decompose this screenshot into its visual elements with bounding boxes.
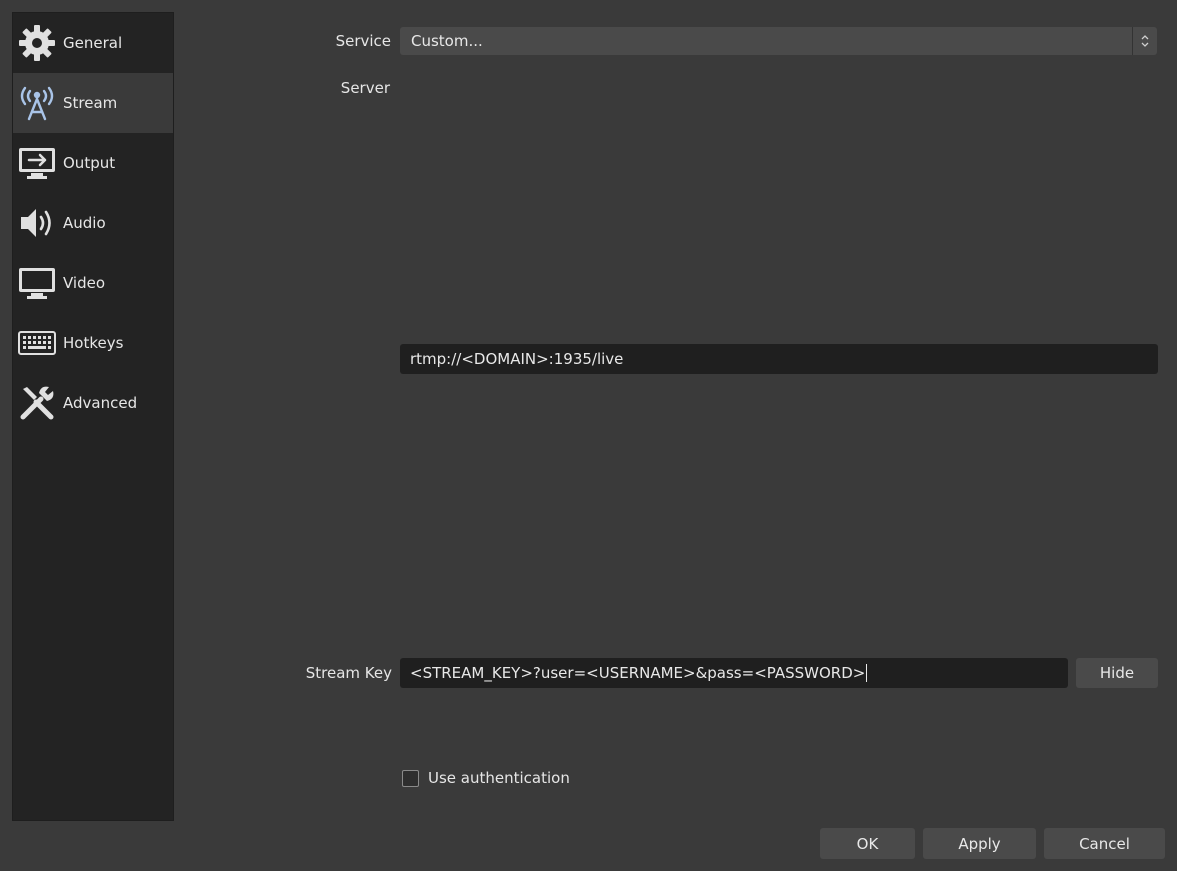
cancel-button[interactable]: Cancel: [1044, 828, 1165, 859]
sidebar-item-label: Video: [63, 274, 106, 292]
sidebar-item-label: General: [63, 34, 123, 52]
sidebar-item-advanced[interactable]: Advanced: [13, 373, 173, 433]
use-authentication-label: Use authentication: [428, 769, 570, 787]
stream-key-input[interactable]: <STREAM_KEY>?user=<USERNAME>&pass=<PASSW…: [400, 658, 1068, 688]
sidebar-item-label: Stream: [63, 94, 118, 112]
keyboard-icon: [17, 323, 57, 363]
sidebar-item-stream[interactable]: Stream: [13, 73, 173, 133]
settings-sidebar: General Stream Output Audio Video Hotkey…: [12, 12, 174, 821]
use-authentication-checkbox[interactable]: [402, 769, 419, 787]
tools-icon: [17, 383, 57, 423]
output-icon: [17, 143, 57, 183]
sidebar-item-label: Hotkeys: [63, 334, 124, 352]
gear-icon: [17, 23, 57, 63]
sidebar-item-label: Output: [63, 154, 116, 172]
sidebar-item-general[interactable]: General: [13, 13, 173, 73]
service-label: Service: [335, 32, 391, 50]
monitor-icon: [17, 263, 57, 303]
hide-button[interactable]: Hide: [1076, 658, 1158, 688]
sidebar-item-video[interactable]: Video: [13, 253, 173, 313]
stream-key-value: <STREAM_KEY>?user=<USERNAME>&pass=<PASSW…: [410, 664, 866, 682]
sidebar-item-label: Audio: [63, 214, 106, 232]
sidebar-item-audio[interactable]: Audio: [13, 193, 173, 253]
sidebar-item-hotkeys[interactable]: Hotkeys: [13, 313, 173, 373]
ok-button[interactable]: OK: [820, 828, 915, 859]
sidebar-item-output[interactable]: Output: [13, 133, 173, 193]
sidebar-item-label: Advanced: [63, 394, 138, 412]
service-select[interactable]: Custom...: [400, 27, 1157, 55]
server-label: Server: [340, 79, 390, 97]
settings-window: General Stream Output Audio Video Hotkey…: [0, 0, 1177, 871]
server-value: rtmp://<DOMAIN>:1935/live: [410, 350, 624, 368]
stream-key-label: Stream Key: [305, 664, 392, 682]
use-authentication-checkbox-row[interactable]: Use authentication: [402, 769, 570, 787]
apply-button[interactable]: Apply: [923, 828, 1036, 859]
service-value: Custom...: [411, 32, 483, 50]
antenna-icon: [17, 83, 57, 123]
speaker-icon: [17, 203, 57, 243]
chevron-up-down-icon: [1132, 27, 1157, 55]
server-input[interactable]: rtmp://<DOMAIN>:1935/live: [400, 344, 1158, 374]
text-caret: [866, 664, 868, 682]
